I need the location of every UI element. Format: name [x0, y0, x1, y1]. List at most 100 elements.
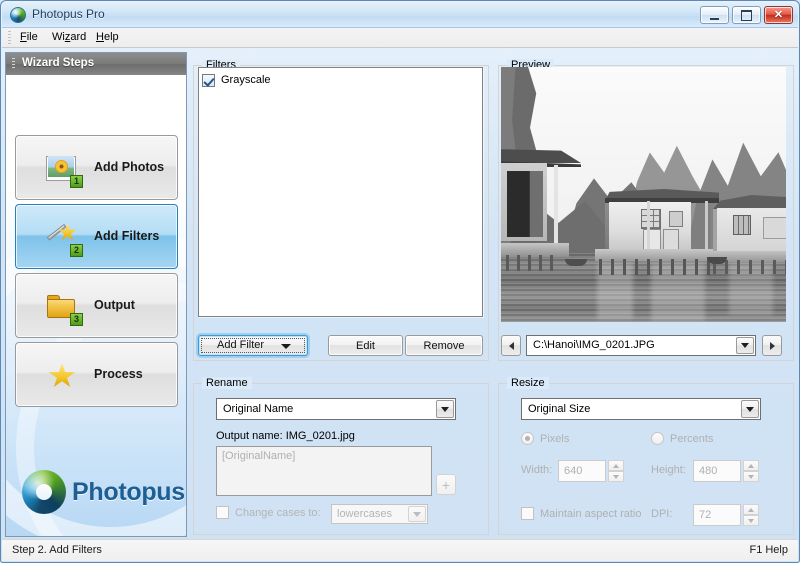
change-cases-checkbox[interactable]	[216, 506, 229, 519]
previous-image-button[interactable]	[501, 335, 521, 356]
star-icon	[46, 361, 78, 391]
menu-file-rest: ile	[27, 31, 38, 43]
rename-pattern-input[interactable]: [OriginalName]	[216, 446, 432, 496]
stepper-up-icon[interactable]	[743, 460, 759, 471]
preview-image	[501, 67, 786, 322]
dpi-value: 72	[699, 509, 711, 521]
chevron-right-icon	[770, 342, 775, 350]
list-item[interactable]: Grayscale	[202, 72, 271, 88]
edit-button[interactable]: Edit	[328, 335, 403, 356]
pixels-radio[interactable]	[521, 432, 534, 445]
change-cases-label: Change cases to:	[235, 507, 321, 519]
pixels-radio-row[interactable]: Pixels	[521, 432, 569, 445]
file-path-combobox[interactable]: C:\Hanoi\IMG_0201.JPG	[526, 335, 756, 356]
filter-label: Grayscale	[221, 74, 271, 86]
stepper-up-icon[interactable]	[608, 460, 624, 471]
step-badge: 1	[70, 175, 83, 188]
rename-mode-value: Original Name	[223, 403, 293, 415]
rename-group-title: Rename	[202, 377, 252, 389]
file-path-dropdown-button[interactable]	[736, 337, 754, 354]
resize-mode-combobox[interactable]: Original Size	[521, 398, 761, 420]
width-input[interactable]: 640	[558, 460, 606, 482]
maintain-aspect-checkbox[interactable]	[521, 507, 534, 520]
resize-group-title: Resize	[507, 377, 549, 389]
sidebar-item-label: Add Photos	[94, 160, 164, 174]
title-bar: Photopus Pro ✕	[2, 2, 798, 28]
add-token-button[interactable]: +	[436, 474, 456, 495]
case-mode-dropdown-button[interactable]	[408, 506, 426, 522]
percents-radio[interactable]	[651, 432, 664, 445]
case-mode-combobox[interactable]: lowercases	[331, 504, 428, 524]
width-stepper[interactable]	[608, 460, 624, 482]
stepper-down-icon[interactable]	[743, 515, 759, 526]
menu-item-file[interactable]: File	[14, 30, 44, 46]
menu-grip-icon	[8, 31, 11, 45]
height-label: Height:	[651, 464, 686, 476]
sidebar-item-output[interactable]: 3 Output	[15, 273, 178, 338]
change-cases-row[interactable]: Change cases to:	[216, 506, 321, 519]
width-label: Width:	[521, 464, 552, 476]
logo-text: Photopus	[72, 478, 185, 507]
chevron-down-icon	[741, 343, 749, 348]
menu-bar: File Wizard Help	[2, 28, 798, 48]
minimize-button[interactable]	[700, 6, 729, 24]
dpi-label: DPI:	[651, 508, 672, 520]
output-name-label: Output name: IMG_0201.jpg	[216, 430, 355, 442]
menu-item-wizard[interactable]: Wizard	[46, 30, 92, 46]
logo-inner-hole	[36, 484, 52, 500]
stepper-down-icon[interactable]	[743, 471, 759, 482]
grip-icon	[12, 58, 15, 70]
step-badge: 2	[70, 244, 83, 257]
stepper-down-icon[interactable]	[608, 471, 624, 482]
sidebar-item-add-photos[interactable]: 1 Add Photos	[15, 135, 178, 200]
percents-label: Percents	[670, 433, 713, 445]
stepper-up-icon[interactable]	[743, 504, 759, 515]
application-window: Photopus Pro ✕ File Wizard Help Wizard S…	[0, 0, 800, 563]
sidebar-header: Wizard Steps	[6, 53, 186, 75]
dpi-input[interactable]: 72	[693, 504, 741, 526]
next-image-button[interactable]	[762, 335, 782, 356]
maintain-aspect-row[interactable]: Maintain aspect ratio	[521, 507, 642, 520]
chevron-down-icon	[281, 344, 291, 349]
add-filter-label: Add Filter	[217, 339, 264, 351]
chevron-left-icon	[509, 342, 514, 350]
step-badge: 3	[70, 313, 83, 326]
filter-checkbox[interactable]	[202, 74, 215, 87]
pixels-label: Pixels	[540, 433, 569, 445]
close-icon: ✕	[765, 7, 792, 23]
chevron-down-icon	[441, 407, 449, 412]
rename-mode-combobox[interactable]: Original Name	[216, 398, 456, 420]
resize-mode-value: Original Size	[528, 403, 590, 415]
sidebar-item-label: Process	[94, 367, 143, 381]
maximize-icon	[733, 7, 760, 23]
filters-list[interactable]: Grayscale	[198, 67, 483, 317]
percents-radio-row[interactable]: Percents	[651, 432, 713, 445]
status-help-text: F1 Help	[749, 544, 788, 556]
resize-mode-dropdown-button[interactable]	[741, 400, 759, 418]
folder-icon: 3	[46, 292, 78, 322]
file-path-value: C:\Hanoi\IMG_0201.JPG	[533, 339, 655, 351]
maximize-button[interactable]	[732, 6, 761, 24]
photopus-swirl-icon	[10, 7, 26, 23]
sidebar-item-add-filters[interactable]: 2 Add Filters	[15, 204, 178, 269]
add-filter-button[interactable]: Add Filter	[198, 335, 308, 356]
window-title: Photopus Pro	[32, 7, 105, 21]
photopus-logo: Photopus	[22, 468, 178, 518]
height-stepper[interactable]	[743, 460, 759, 482]
photo-icon: 1	[46, 154, 78, 184]
close-button[interactable]: ✕	[764, 6, 793, 24]
rename-mode-dropdown-button[interactable]	[436, 400, 454, 418]
sidebar-title: Wizard Steps	[22, 57, 94, 69]
height-value: 480	[699, 465, 717, 477]
sidebar-item-label: Output	[94, 298, 135, 312]
height-input[interactable]: 480	[693, 460, 741, 482]
menu-item-help[interactable]: Help	[90, 30, 125, 46]
status-step-text: Step 2. Add Filters	[12, 544, 102, 556]
wand-icon: 2	[46, 223, 78, 253]
minimize-icon	[701, 7, 728, 23]
dpi-stepper[interactable]	[743, 504, 759, 526]
sidebar-item-process[interactable]: Process	[15, 342, 178, 407]
sidebar-item-label: Add Filters	[94, 229, 159, 243]
remove-button[interactable]: Remove	[405, 335, 483, 356]
chevron-down-icon	[413, 512, 421, 517]
